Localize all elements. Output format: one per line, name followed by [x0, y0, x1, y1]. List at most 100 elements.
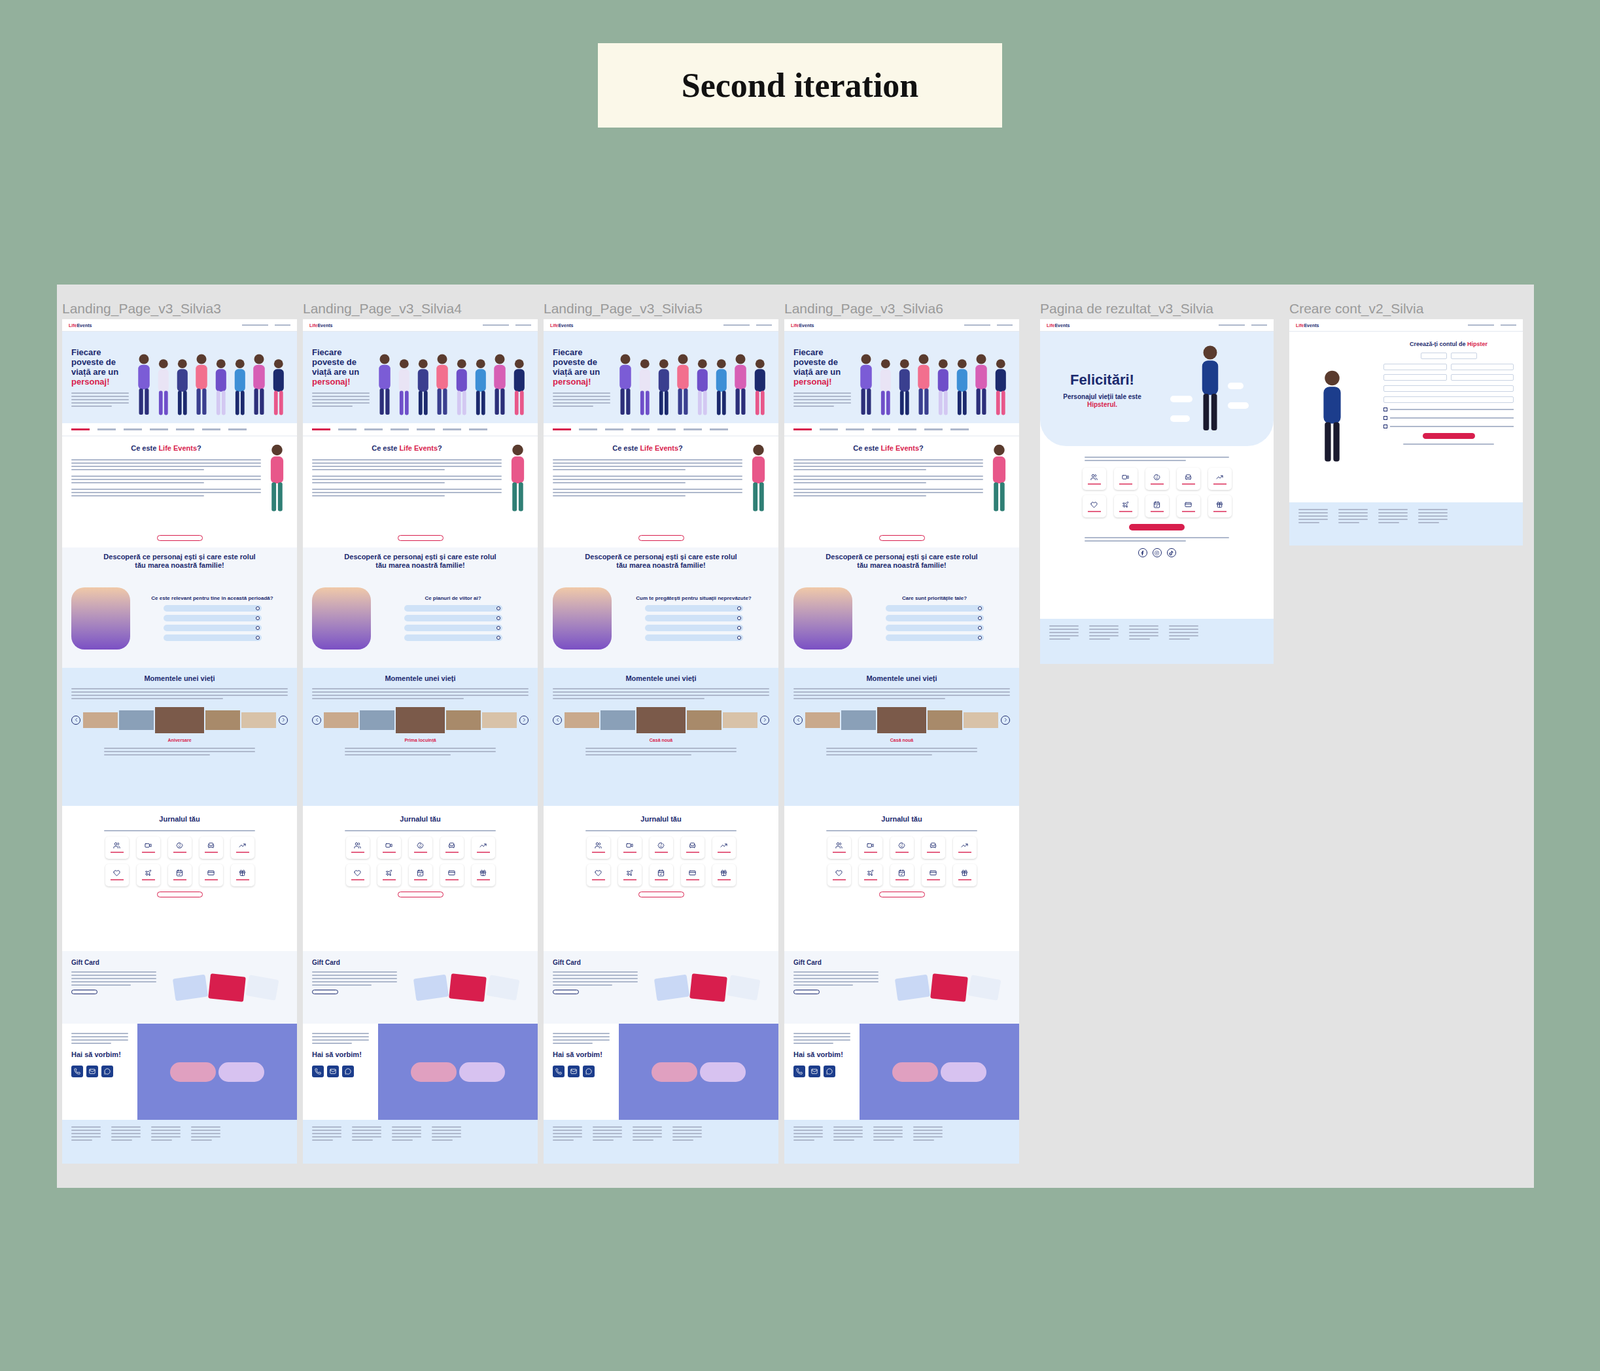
journal-tile[interactable] [346, 864, 370, 887]
section-tab[interactable] [338, 428, 357, 431]
journal-tile[interactable] [1113, 467, 1138, 490]
moment-photo[interactable] [205, 710, 241, 731]
contact-button[interactable] [582, 1065, 595, 1078]
section-tab[interactable] [845, 428, 865, 431]
moment-photo[interactable] [155, 707, 204, 734]
journal-tile[interactable] [440, 836, 464, 859]
journal-tile[interactable] [136, 836, 161, 859]
quiz-option[interactable] [163, 605, 262, 612]
journal-tile[interactable] [1176, 495, 1201, 518]
gift-button[interactable] [312, 989, 339, 995]
journal-tile[interactable] [618, 864, 642, 887]
frame-label[interactable]: Pagina de rezultat_v3_Silvia [1040, 297, 1274, 320]
contact-button[interactable] [808, 1065, 821, 1078]
moment-photo[interactable] [119, 710, 154, 731]
contact-button[interactable] [101, 1065, 114, 1078]
logo[interactable]: LifeEvents [1295, 323, 1319, 328]
quiz-option[interactable] [163, 634, 262, 642]
outline-button[interactable] [397, 535, 444, 541]
frame-label[interactable]: Landing_Page_v3_Silvia5 [543, 297, 779, 320]
journal-tile[interactable] [827, 836, 852, 859]
contact-button[interactable] [312, 1065, 324, 1078]
section-tab[interactable] [469, 428, 488, 431]
journal-tile[interactable] [953, 864, 977, 887]
section-tab[interactable] [605, 428, 624, 431]
journal-tile[interactable] [168, 836, 192, 859]
next-button[interactable] [278, 715, 288, 725]
journal-tile[interactable] [377, 836, 401, 859]
journal-tile[interactable] [858, 864, 883, 887]
journal-tile[interactable] [712, 864, 736, 887]
quiz-option[interactable] [644, 605, 744, 612]
journal-tile[interactable] [199, 864, 224, 887]
section-tab[interactable] [97, 428, 116, 431]
journal-tile[interactable] [680, 864, 705, 887]
social-button[interactable] [1138, 548, 1148, 558]
moment-photo[interactable] [963, 712, 999, 729]
contact-button[interactable] [552, 1065, 565, 1078]
journal-tile[interactable] [827, 864, 852, 887]
contact-button[interactable] [567, 1065, 580, 1078]
journal-tile[interactable] [471, 836, 496, 859]
quiz-option[interactable] [885, 605, 984, 612]
quiz-option[interactable] [644, 634, 744, 642]
section-tab[interactable] [552, 428, 572, 431]
section-tab[interactable] [683, 428, 702, 431]
prev-button[interactable] [793, 715, 803, 725]
journal-tile[interactable] [1145, 467, 1169, 490]
prev-button[interactable] [312, 715, 322, 725]
frame-label[interactable]: Landing_Page_v3_Silvia3 [62, 297, 297, 320]
facebook-button[interactable] [1450, 352, 1478, 360]
journal-tile[interactable] [890, 836, 914, 859]
journal-tile[interactable] [586, 836, 611, 859]
next-button[interactable] [1000, 715, 1010, 725]
gift-button[interactable] [71, 989, 98, 995]
quiz-option[interactable] [163, 614, 262, 622]
logo[interactable]: LifeEvents [309, 323, 333, 328]
contact-button[interactable] [71, 1065, 84, 1078]
section-tab[interactable] [898, 428, 917, 431]
journal-tile[interactable] [105, 836, 129, 859]
quiz-option[interactable] [885, 634, 984, 642]
contact-button[interactable] [793, 1065, 806, 1078]
section-tab[interactable] [123, 428, 142, 431]
quiz-option[interactable] [644, 614, 744, 622]
journal-tile[interactable] [471, 864, 496, 887]
outline-button[interactable] [879, 891, 925, 898]
journal-tile[interactable] [1208, 467, 1232, 490]
logo[interactable]: LifeEvents [790, 323, 814, 328]
journal-tile[interactable] [1176, 467, 1201, 490]
moment-photo[interactable] [686, 710, 722, 731]
journal-tile[interactable] [680, 836, 705, 859]
section-tab[interactable] [202, 428, 221, 431]
journal-tile[interactable] [953, 836, 977, 859]
journal-tile[interactable] [230, 864, 255, 887]
register-button[interactable] [1422, 433, 1476, 439]
text-field[interactable] [1383, 396, 1514, 403]
contact-button[interactable] [327, 1065, 339, 1078]
section-tab[interactable] [364, 428, 383, 431]
logo[interactable]: LifeEvents [68, 323, 92, 328]
moment-photo[interactable] [600, 710, 636, 731]
moment-photo[interactable] [722, 712, 758, 729]
outline-button[interactable] [638, 891, 685, 898]
moment-photo[interactable] [564, 712, 600, 729]
logo[interactable]: LifeEvents [1046, 323, 1070, 328]
quiz-option[interactable] [163, 624, 262, 632]
outline-button[interactable] [397, 891, 444, 898]
section-tab[interactable] [871, 428, 891, 431]
moment-photo[interactable] [395, 707, 445, 734]
logo[interactable]: LifeEvents [550, 323, 574, 328]
outline-button[interactable] [638, 535, 685, 541]
journal-tile[interactable] [408, 836, 433, 859]
social-button[interactable] [1166, 548, 1177, 558]
journal-tile[interactable] [230, 836, 255, 859]
section-tab[interactable] [442, 428, 462, 431]
quiz-option[interactable] [404, 624, 503, 632]
section-tab[interactable] [657, 428, 676, 431]
frame-label[interactable]: Landing_Page_v3_Silvia6 [784, 297, 1020, 320]
section-tab[interactable] [71, 428, 90, 431]
journal-tile[interactable] [712, 836, 736, 859]
moment-photo[interactable] [841, 710, 876, 731]
moment-photo[interactable] [241, 712, 277, 729]
